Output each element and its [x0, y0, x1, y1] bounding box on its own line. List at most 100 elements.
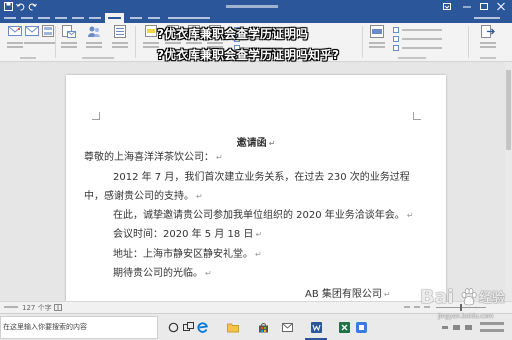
signature-line: AB 集团有限公司 ↵: [305, 289, 391, 301]
ribbon-tab[interactable]: [21, 13, 33, 23]
ribbon-button-label: [40, 42, 56, 44]
ribbon-tab-label: [38, 17, 50, 19]
task-view-icon[interactable]: [183, 322, 194, 333]
document-page[interactable]: 邀请函 ↵ 尊敬的上海喜洋洋茶饮公司： ↵ 2012 年 7 月，我们首次建立业务关…: [66, 75, 446, 315]
store-icon[interactable]: [258, 322, 269, 333]
overlay-caption-line-2: ?优衣库兼职会查学历证明吗知乎?: [157, 48, 339, 62]
ribbon-small-button[interactable]: [393, 36, 451, 43]
share-label: [474, 17, 500, 19]
envelope-icon: [25, 26, 39, 36]
title-bar: [0, 0, 512, 13]
ribbon-group-label: [20, 57, 36, 59]
ribbon-tab[interactable]: [55, 13, 67, 23]
margin-corner-mark: [413, 112, 421, 120]
ribbon-tab[interactable]: [4, 13, 16, 23]
margin-corner-mark: [92, 112, 100, 120]
minimize-icon: [463, 6, 471, 8]
body-text: 在此，诚挚邀请贵公司参加我单位组织的 2020 年业务洽谈年会。: [113, 210, 405, 221]
vertical-scrollbar[interactable]: [505, 62, 512, 301]
date[interactable]: [480, 329, 504, 332]
redo-icon[interactable]: [28, 2, 37, 11]
ribbon-button[interactable]: [59, 25, 79, 53]
cortana-icon[interactable]: [168, 322, 179, 333]
file-explorer-icon[interactable]: [227, 322, 239, 333]
salutation-line: 尊敬的上海喜洋洋茶饮公司： ↵: [84, 152, 223, 164]
tray-icon[interactable]: [442, 326, 448, 329]
proofing-icon[interactable]: [54, 304, 62, 311]
taskbar: 在这里输入你要搜索的内容: [0, 313, 512, 340]
body-line: 2012 年 7 月，我们首次建立业务关系，在过去 230 次的业务过程: [113, 172, 410, 184]
ribbon-display-options-icon[interactable]: [440, 1, 454, 12]
paragraph-mark: ↵: [205, 269, 212, 278]
ribbon-tab[interactable]: [38, 13, 50, 23]
edge-icon[interactable]: [197, 322, 208, 333]
ribbon-button-label: [369, 42, 385, 44]
tell-me-box[interactable]: [168, 13, 210, 23]
ribbon-tab-label: [21, 17, 33, 19]
address-line: 地址：上海市静安区静安礼堂。 ↵: [113, 249, 262, 261]
share-button[interactable]: [474, 13, 500, 23]
ribbon-button[interactable]: [478, 25, 498, 53]
ribbon-button[interactable]: [84, 25, 104, 53]
ribbon-tab[interactable]: [89, 13, 101, 23]
ribbon-button[interactable]: [367, 25, 387, 53]
excel-icon[interactable]: [339, 322, 350, 333]
ribbon-tab[interactable]: [148, 13, 160, 23]
search-placeholder: 在这里输入你要搜索的内容: [3, 323, 87, 331]
salutation-text: 尊敬的上海喜洋洋茶饮公司：: [84, 152, 214, 163]
tray-icon[interactable]: [465, 325, 472, 330]
ribbon-button-label: [165, 42, 181, 44]
highlight-icon: [145, 25, 157, 37]
ribbon-button-label: [186, 42, 202, 44]
tray-icon[interactable]: [453, 325, 460, 330]
ribbon-small-button[interactable]: [393, 27, 451, 34]
label-icon: [42, 25, 54, 37]
ribbon-tab[interactable]: [72, 13, 84, 23]
app-icon[interactable]: [356, 322, 367, 333]
ribbon-separator: [55, 26, 56, 58]
body-line: 中，感谢贵公司的支持。 ↵: [84, 191, 203, 203]
ribbon-small-button[interactable]: [393, 45, 451, 52]
ribbon-group-label: [398, 57, 426, 59]
ribbon-tab[interactable]: [130, 13, 142, 23]
scrollbar-thumb[interactable]: [506, 70, 511, 150]
body-text: 2012 年 7 月，我们首次建立业务关系，在过去 230 次的业务过程: [113, 172, 410, 183]
save-icon[interactable]: [4, 2, 13, 11]
ribbon-button-label: [7, 42, 23, 44]
word-count[interactable]: 127 个字: [22, 304, 52, 312]
meeting-time-line: 会议时间：2020 年 5 月 18 日 ↵: [113, 229, 262, 241]
app-icon[interactable]: [282, 322, 293, 333]
undo-icon[interactable]: [16, 2, 25, 11]
find-recipient-icon: [393, 36, 399, 42]
clock[interactable]: [480, 322, 504, 325]
taskbar-search-box[interactable]: 在这里输入你要搜索的内容: [0, 316, 158, 339]
ribbon-group-label: [82, 57, 114, 59]
ribbon-tab-selected[interactable]: [105, 13, 124, 23]
preview-icon: [370, 25, 384, 38]
word-icon[interactable]: [311, 322, 322, 333]
document-title: 邀请函 ↵: [66, 138, 446, 150]
ribbon-separator: [468, 26, 469, 58]
closing-line: 期待贵公司的光临。 ↵: [113, 268, 212, 280]
ribbon-button-label: [112, 46, 128, 48]
ribbon-button-label: [61, 46, 77, 48]
ribbon-button-label: [143, 42, 159, 44]
ribbon-group-label: [480, 57, 496, 59]
ribbon-button-label: [86, 42, 102, 44]
maximize-button[interactable]: [477, 1, 491, 12]
paragraph-mark: ↵: [268, 139, 276, 148]
document-title-text: 邀请函: [236, 138, 267, 149]
paragraph-mark: ↵: [216, 153, 223, 162]
ribbon-button-label: [86, 46, 102, 48]
close-button[interactable]: [494, 1, 508, 12]
minimize-button[interactable]: [460, 1, 474, 12]
mail-merge-icon: [62, 25, 76, 38]
address-text: 地址：上海市静安区静安礼堂。: [113, 249, 253, 260]
meeting-time-text: 会议时间：2020 年 5 月 18 日: [113, 229, 254, 240]
page-indicator[interactable]: [4, 306, 18, 308]
read-mode-button[interactable]: [404, 306, 410, 308]
ribbon-button[interactable]: [110, 25, 130, 53]
ribbon-button-label: [61, 42, 77, 44]
ribbon-separator: [135, 26, 136, 58]
ribbon-button-label: [480, 42, 496, 44]
